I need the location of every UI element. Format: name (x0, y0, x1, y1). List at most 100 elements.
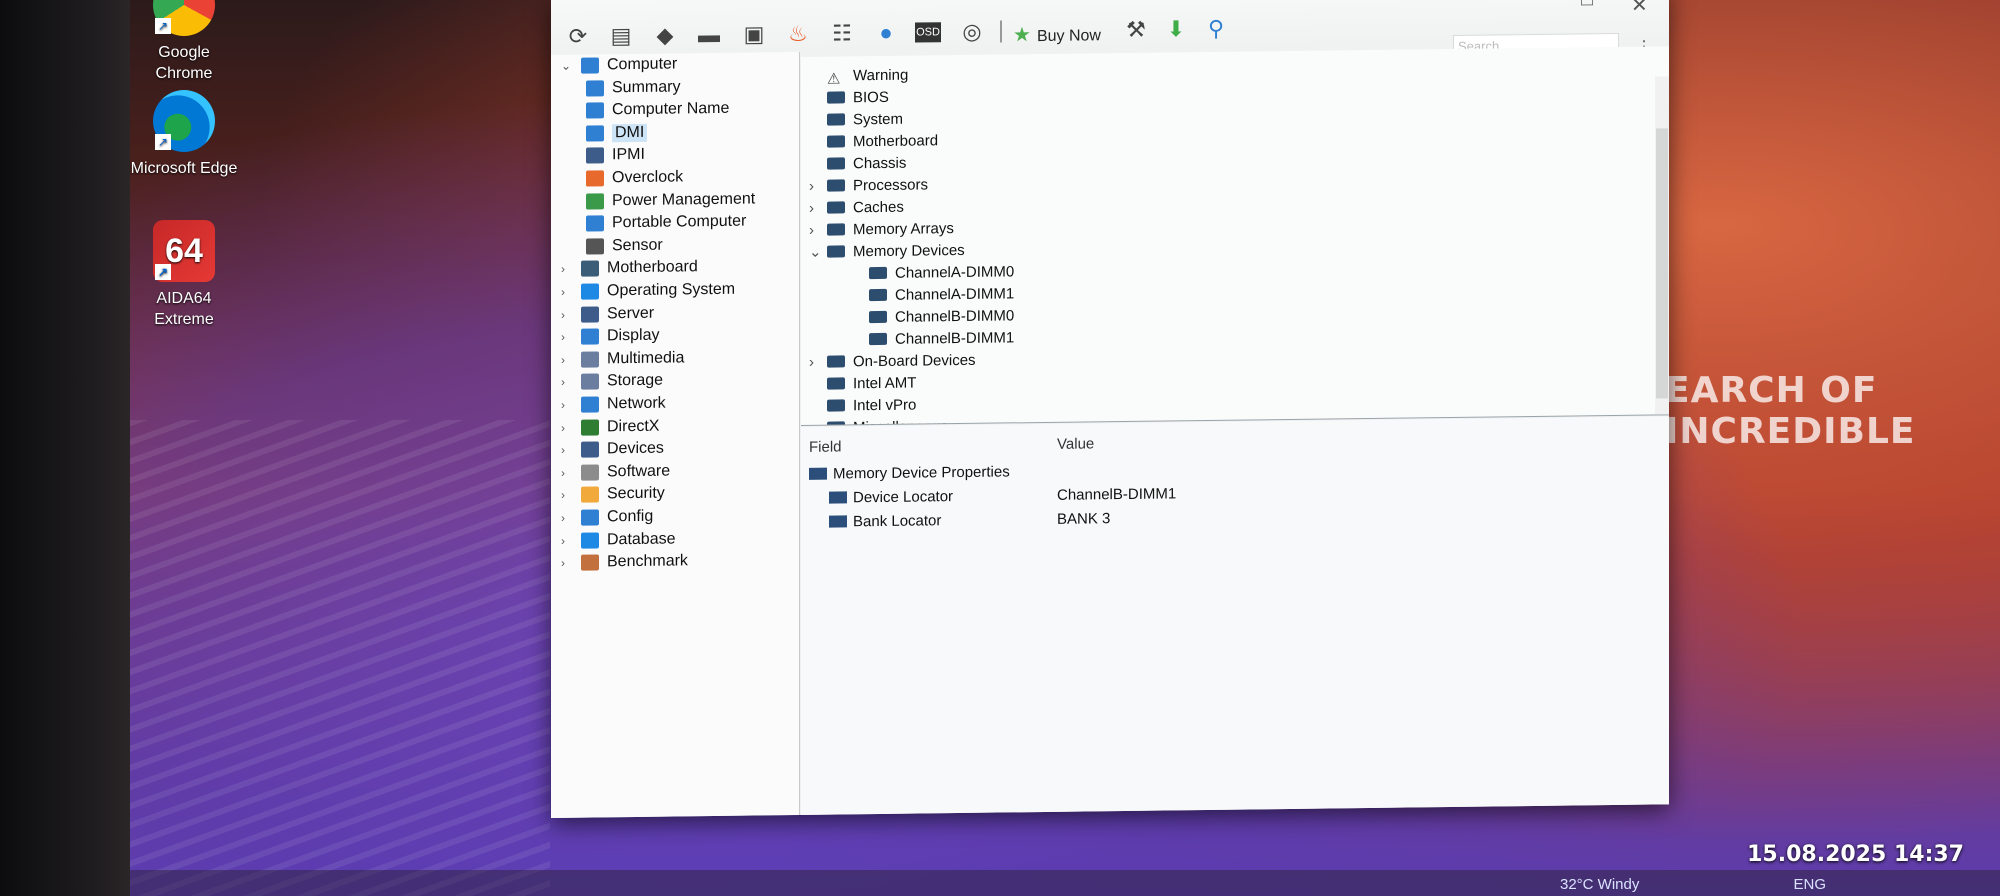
tree-item-summary[interactable]: Summary (586, 76, 680, 99)
list-item-on-board-devices[interactable]: › On-Board Devices (809, 349, 976, 373)
chevron-right-icon[interactable]: › (561, 556, 575, 570)
tree-item-label: Devices (607, 439, 664, 458)
chevron-right-icon[interactable]: › (561, 533, 575, 547)
tree-item-motherboard[interactable]: › Motherboard (561, 257, 698, 281)
cpu-icon[interactable]: ◆ (650, 20, 680, 50)
tree-item-display[interactable]: › Display (561, 325, 659, 348)
tree-item-computer[interactable]: ⌄ Computer (561, 53, 677, 76)
search-icon[interactable]: ⚲ (1201, 14, 1231, 44)
desktop-icon-chrome[interactable]: ↗ Google Chrome (129, 0, 239, 84)
tree-item-security[interactable]: › Security (561, 483, 665, 506)
list-item-label: System (853, 110, 904, 128)
toolbar-separator (1000, 20, 1002, 43)
chassis-icon (827, 157, 845, 170)
chevron-right-icon[interactable]: › (561, 466, 575, 480)
refresh-icon[interactable]: ⟳ (563, 21, 593, 51)
tree-item-database[interactable]: › Database (561, 528, 676, 551)
chevron-right-icon[interactable]: › (561, 307, 575, 321)
tree-item-portable-computer[interactable]: Portable Computer (586, 211, 746, 235)
list-item-motherboard[interactable]: Motherboard (809, 129, 938, 153)
tree-item-label: Network (607, 394, 666, 413)
tree-item-devices[interactable]: › Devices (561, 438, 664, 461)
chevron-right-icon[interactable]: › (561, 330, 575, 344)
network-computer-icon[interactable]: ▣ (739, 19, 769, 49)
desktop-icon-aida64[interactable]: 64 ↗ AIDA64 Extreme (129, 220, 239, 330)
property-field: Bank Locator (853, 511, 942, 530)
memory-module-icon[interactable]: ▬ (694, 20, 724, 50)
chevron-right-icon[interactable]: › (561, 420, 575, 434)
list-item-warning[interactable]: ⚠ Warning (809, 64, 908, 87)
field-column-header[interactable]: Field (809, 438, 842, 455)
gauge-icon[interactable]: ◎ (957, 17, 987, 47)
list-item-chassis[interactable]: Chassis (809, 152, 906, 175)
value-column-header[interactable]: Value (1057, 435, 1094, 452)
property-row[interactable]: Device Locator (829, 485, 953, 509)
buy-now-button[interactable]: ★ Buy Now (1013, 21, 1101, 47)
report-icon[interactable]: ▤ (606, 21, 636, 51)
tree-item-operating-system[interactable]: › Operating System (561, 279, 735, 303)
wallpaper-text: EARCH OF INCREDIBLE (1665, 370, 1916, 452)
weather-widget[interactable]: 32°C Windy (1560, 876, 1639, 893)
chevron-down-icon[interactable]: ⌄ (561, 59, 575, 73)
download-icon[interactable]: ⬇ (1161, 14, 1191, 44)
desktop-icon-edge[interactable]: ↗ Microsoft Edge (129, 90, 239, 179)
chevron-right-icon[interactable]: › (561, 488, 575, 502)
chevron-right-icon[interactable]: › (561, 375, 575, 389)
chevron-down-icon[interactable]: ⌄ (809, 243, 827, 261)
tree-item-directx[interactable]: › DirectX (561, 415, 659, 438)
maximize-icon[interactable]: □ (1581, 0, 1593, 11)
flame-icon[interactable]: ♨ (783, 19, 813, 49)
list-item-channelb-dimm0[interactable]: ChannelB-DIMM0 (851, 304, 1014, 328)
list-item-intel-vpro[interactable]: Intel vPro (809, 394, 916, 417)
shield-icon (581, 486, 599, 504)
list-item-system[interactable]: System (809, 108, 903, 131)
tools-icon[interactable]: ⚒ (1121, 15, 1151, 45)
tree-item-network[interactable]: › Network (561, 393, 666, 416)
tree-item-software[interactable]: › Software (561, 460, 670, 483)
tree-item-storage[interactable]: › Storage (561, 370, 663, 393)
tree-item-power-management[interactable]: Power Management (586, 188, 755, 212)
tree-item-overclock[interactable]: Overclock (586, 166, 683, 189)
list-scrollbar[interactable] (1655, 76, 1669, 417)
tree-item-dmi[interactable]: DMI (586, 122, 648, 145)
list-item-bios[interactable]: BIOS (809, 86, 889, 109)
chevron-right-icon[interactable]: › (809, 199, 827, 216)
close-icon[interactable]: ✕ (1631, 0, 1648, 18)
scrollbar-thumb[interactable] (1656, 128, 1668, 399)
language-indicator[interactable]: ENG (1794, 876, 1827, 893)
tree-item-ipmi[interactable]: IPMI (586, 144, 645, 167)
chevron-right-icon[interactable]: › (561, 285, 575, 299)
chevron-right-icon[interactable]: › (809, 177, 827, 194)
tree-item-config[interactable]: › Config (561, 506, 653, 529)
osd-icon[interactable]: OSD (915, 22, 941, 43)
chevron-right-icon[interactable]: › (561, 443, 575, 457)
chevron-right-icon[interactable]: › (561, 353, 575, 367)
list-item-memory-devices[interactable]: ⌄ Memory Devices (809, 239, 965, 263)
clipboard-icon[interactable]: ☷ (827, 18, 857, 48)
property-row[interactable]: Bank Locator (829, 509, 941, 532)
chevron-right-icon[interactable]: › (561, 398, 575, 412)
chevron-right-icon[interactable]: › (561, 511, 575, 525)
list-item-caches[interactable]: › Caches (809, 196, 904, 219)
user-icon[interactable]: ● (871, 18, 901, 48)
list-item-miscellaneous[interactable]: Miscellaneous (809, 415, 948, 426)
tree-item-label: DMI (612, 123, 648, 143)
list-item-intel-amt[interactable]: Intel AMT (809, 372, 916, 395)
list-item-channela-dimm1[interactable]: ChannelA-DIMM1 (851, 282, 1014, 306)
tree-item-server[interactable]: › Server (561, 302, 654, 325)
chevron-right-icon[interactable]: › (561, 262, 575, 276)
tree-item-computer-name[interactable]: Computer Name (586, 98, 729, 122)
list-item-processors[interactable]: › Processors (809, 173, 928, 196)
tree-item-sensor[interactable]: Sensor (586, 234, 663, 257)
desktop-icon-label: Google Chrome (155, 44, 213, 82)
tree-item-benchmark[interactable]: › Benchmark (561, 551, 688, 575)
tree-item-multimedia[interactable]: › Multimedia (561, 347, 684, 371)
chevron-right-icon[interactable]: › (809, 221, 827, 238)
chevron-right-icon[interactable]: › (809, 353, 827, 370)
processor-icon (827, 179, 845, 192)
screen-bezel (0, 0, 130, 896)
system-icon (827, 113, 845, 126)
list-item-channelb-dimm1[interactable]: ChannelB-DIMM1 (851, 326, 1014, 350)
list-item-channela-dimm0[interactable]: ChannelA-DIMM0 (851, 260, 1014, 284)
list-item-memory-arrays[interactable]: › Memory Arrays (809, 217, 954, 241)
